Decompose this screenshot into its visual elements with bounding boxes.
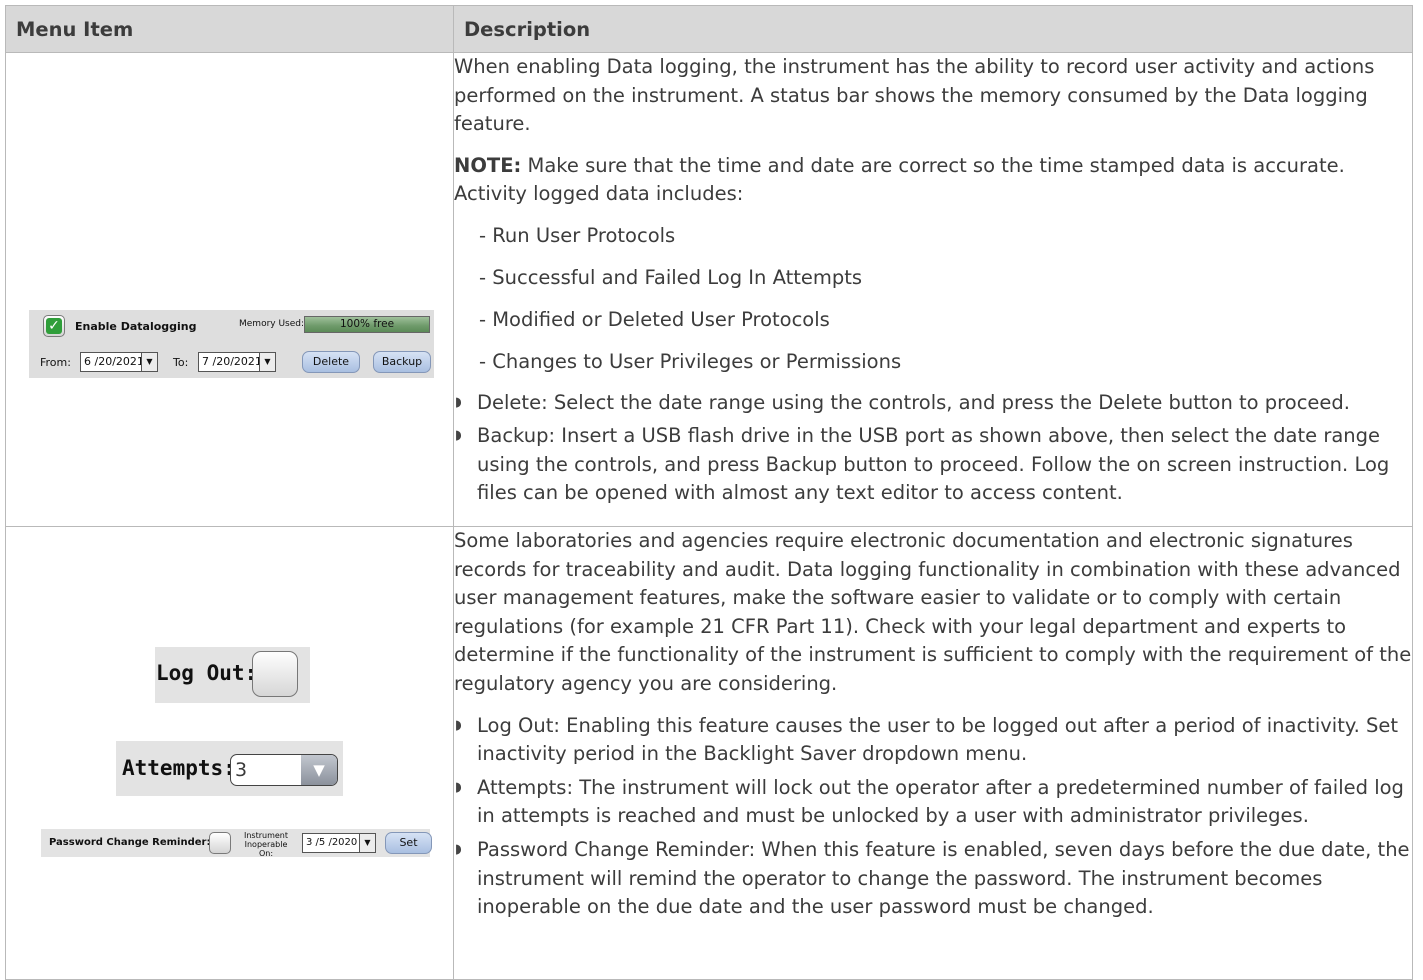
bullet-icon: ◗ [455,428,462,444]
inoperable-label-line1: Instrument [243,831,288,840]
description-cell: Some laboratories and agencies require e… [453,526,1413,980]
table-row: ✓ Enable Datalogging Memory Used: 100% f… [5,52,1413,527]
list-item: ◗ Backup: Insert a USB flash drive in the… [454,422,1412,508]
menu-item-cell: ✓ Enable Datalogging Memory Used: 100% f… [5,52,454,527]
password-reminder-widget: Password Change Reminder: Instrument Inop… [41,829,432,858]
inoperable-label: Instrument Inoperable On: [237,831,295,858]
attempts-select[interactable]: 3 ▼ [230,754,338,786]
from-label: From: [40,356,71,369]
list-item: ◗ Delete: Select the date range using the… [454,389,1412,418]
memory-used-label: Memory Used: [239,319,305,329]
enable-datalogging-checkbox[interactable]: ✓ [43,315,65,337]
password-reminder-checkbox[interactable] [209,832,231,854]
list-item: ◗ Password Change Reminder: When this fea… [454,836,1412,922]
set-button[interactable]: Set [385,832,432,854]
inoperable-date-value: 3 /5 /2020 [306,837,358,848]
user-management-bullets: ◗ Log Out: Enabling this feature causes t… [454,712,1412,922]
checkmark-icon: ✓ [46,318,62,334]
bullet-icon: ◗ [455,717,462,733]
password-reminder-label: Password Change Reminder: [49,837,211,848]
bullet-icon: ◗ [455,841,462,857]
list-item: - Successful and Failed Log In Attempts [479,265,863,289]
bullet-text: Password Change Reminder: When this feat… [477,837,1410,919]
note-text: Make sure that the time and date are cor… [454,153,1345,206]
backup-button[interactable]: Backup [373,351,431,373]
inoperable-date-picker[interactable]: 3 /5 /2020 ▼ [302,833,376,853]
list-item: ◗ Log Out: Enabling this feature causes t… [454,712,1412,769]
bullet-text: Attempts: The instrument will lock out t… [477,775,1404,828]
bullet-icon: ◗ [455,394,462,410]
to-date-value: 7 /20/2021 [202,355,262,368]
description-cell: When enabling Data logging, the instrume… [453,52,1413,527]
list-item: - Modified or Deleted User Protocols [479,307,830,331]
list-item: - Run User Protocols [479,223,676,247]
logout-checkbox[interactable] [252,651,298,697]
datalogging-note: NOTE: Make sure that the time and date a… [454,152,1412,209]
user-management-intro: Some laboratories and agencies require e… [454,529,1412,695]
dropdown-arrow-icon[interactable]: ▼ [141,353,157,371]
enable-datalogging-label: Enable Datalogging [75,320,197,333]
dropdown-arrow-icon[interactable]: ▼ [259,353,275,371]
from-date-value: 6 /20/2021 [84,355,144,368]
menu-item-cell: Log Out: Attempts: 3 ▼ Password Change R… [5,526,454,980]
list-item: ◗ Attempts: The instrument will lock out … [454,774,1412,831]
header-description: Description [453,5,1413,53]
note-label: NOTE: [454,153,522,177]
datalogging-widget: ✓ Enable Datalogging Memory Used: 100% f… [29,310,434,378]
attempts-widget: Attempts: 3 ▼ [116,741,343,796]
to-date-picker[interactable]: 7 /20/2021 ▼ [198,352,276,372]
bullet-icon: ◗ [455,779,462,795]
datalogging-intro: When enabling Data logging, the instrume… [454,55,1375,136]
logout-label: Log Out: [156,661,258,685]
memory-status-bar: 100% free [304,316,430,333]
dropdown-arrow-icon[interactable]: ▼ [359,834,375,852]
table-header-row: Menu Item Description [5,5,1413,53]
delete-button[interactable]: Delete [302,351,360,373]
list-item: - Changes to User Privileges or Permissi… [479,349,902,373]
menu-description-table: Menu Item Description ✓ Enable Dataloggi… [5,5,1413,980]
attempts-value: 3 [235,759,248,781]
datalogging-bullets: ◗ Delete: Select the date range using the… [454,389,1412,508]
attempts-label: Attempts: [122,756,236,780]
table-row: Log Out: Attempts: 3 ▼ Password Change R… [5,526,1413,980]
to-label: To: [173,356,189,369]
chevron-down-icon[interactable]: ▼ [301,755,337,785]
bullet-text: Backup: Insert a USB flash drive in the … [477,424,1390,505]
inoperable-label-line2: Inoperable On: [244,840,288,858]
bullet-text: Delete: Select the date range using the … [477,390,1350,414]
header-menu-item: Menu Item [5,5,454,53]
bullet-text: Log Out: Enabling this feature causes th… [477,713,1399,766]
from-date-picker[interactable]: 6 /20/2021 ▼ [80,352,158,372]
logout-widget: Log Out: [155,647,310,703]
